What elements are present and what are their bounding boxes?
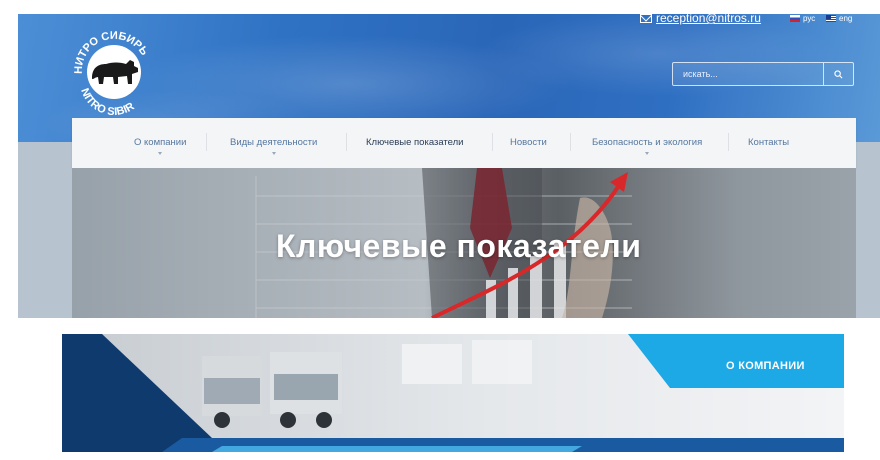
company-logo[interactable]: НИТРО СИБИРЬ NITRO SIBIR	[68, 24, 160, 116]
nav-item-news[interactable]: Новости	[510, 137, 547, 148]
chevron-down-icon	[645, 152, 650, 155]
chevron-down-icon	[158, 152, 163, 155]
search-button[interactable]	[823, 63, 853, 85]
email-link[interactable]: reception@nitros.ru	[640, 11, 761, 25]
nav-separator	[206, 133, 207, 151]
search-icon	[834, 69, 843, 78]
language-en-label: eng	[839, 14, 853, 23]
nav-separator	[570, 133, 571, 151]
chevron-down-icon	[271, 152, 276, 155]
language-ru-link[interactable]: рус	[790, 14, 815, 23]
page-title: Ключевые показатели	[276, 228, 642, 264]
search-box	[672, 62, 854, 86]
nav-item-activities[interactable]: Виды деятельности	[230, 137, 317, 155]
nav-item-label: Безопасность и экология	[592, 137, 703, 148]
main-navigation: О компании Виды деятельности Ключевые по…	[72, 118, 856, 168]
nav-separator	[492, 133, 493, 151]
mail-icon	[640, 13, 652, 23]
banner-art	[62, 334, 844, 452]
hero-banner: Ключевые показатели	[72, 168, 856, 318]
email-text: reception@nitros.ru	[656, 11, 761, 25]
language-ru-label: рус	[803, 14, 816, 23]
flag-ru-icon	[790, 15, 800, 22]
nav-item-safety-ecology[interactable]: Безопасность и экология	[592, 137, 702, 155]
nav-item-contacts[interactable]: Контакты	[748, 137, 789, 148]
nav-separator	[346, 133, 347, 151]
about-company-button[interactable]: О КОМПАНИИ	[726, 360, 805, 372]
flag-en-icon	[826, 15, 836, 22]
search-input[interactable]	[673, 63, 823, 85]
nav-item-about[interactable]: О компании	[134, 137, 186, 155]
nav-item-label: Контакты	[748, 137, 790, 148]
language-en-link[interactable]: eng	[826, 14, 852, 23]
nav-item-label: Новости	[510, 137, 547, 148]
nav-item-label: Ключевые показатели	[366, 137, 464, 148]
nav-item-key-indicators[interactable]: Ключевые показатели	[366, 137, 464, 148]
about-company-banner	[62, 334, 844, 452]
nav-separator	[728, 133, 729, 151]
nav-item-label: Виды деятельности	[230, 137, 318, 148]
nav-item-label: О компании	[134, 137, 187, 148]
